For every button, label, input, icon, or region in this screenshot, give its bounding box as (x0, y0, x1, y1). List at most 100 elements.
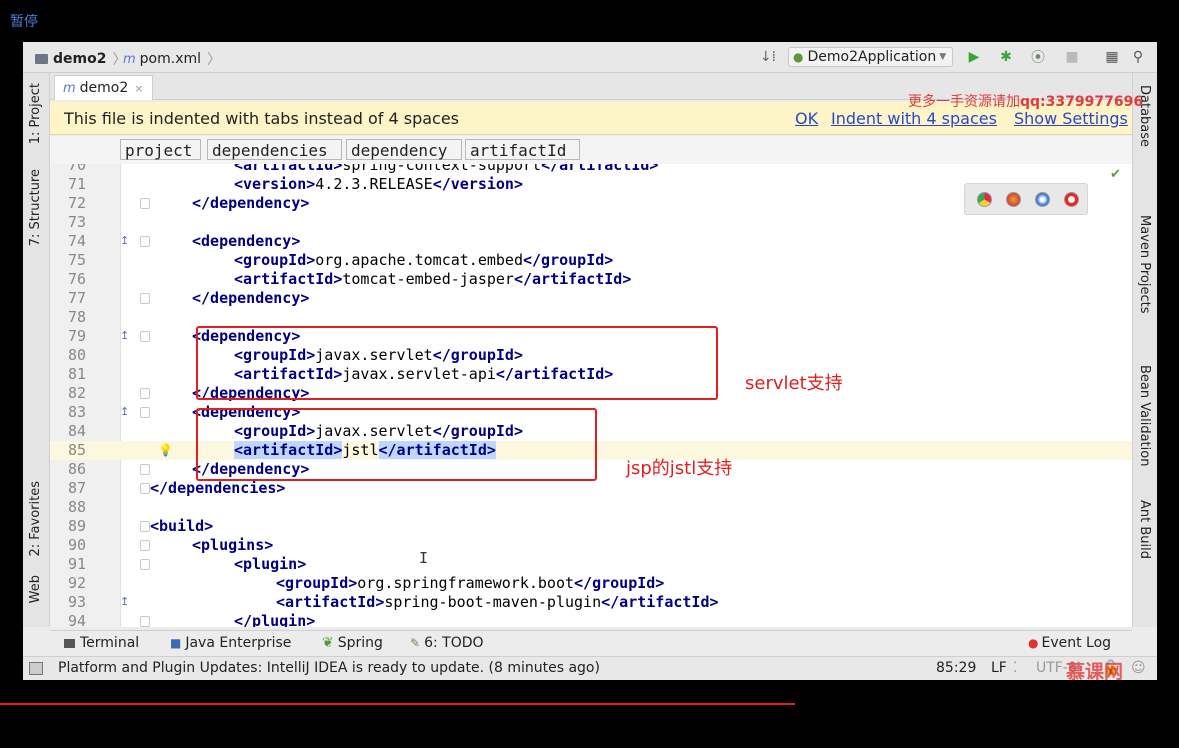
toggle-tool-windows-icon[interactable] (29, 662, 43, 675)
code-line[interactable]: 75 <groupId>org.apache.tomcat.embed</grou… (50, 251, 1132, 270)
pause-label[interactable]: 暂停 (10, 11, 38, 31)
xml-tag: <artifactId> (234, 270, 343, 288)
fold-marker-icon[interactable] (140, 483, 150, 494)
breadcrumb-project-label: demo2 (53, 51, 107, 67)
line-number: 77 (67, 289, 86, 307)
xml-tag: </artifactId> (513, 270, 632, 288)
code-line[interactable]: 90 <plugins> (50, 536, 1132, 555)
breadcrumb-project[interactable]: demo2 〉 (35, 49, 126, 69)
fold-marker-icon[interactable] (140, 464, 150, 475)
tool-tab-ant-build[interactable]: Ant Build (1137, 500, 1152, 559)
java-enterprise-label: Java Enterprise (185, 635, 292, 651)
java-enterprise-tool-button[interactable]: ■ Java Enterprise (170, 635, 291, 651)
fold-marker-icon[interactable] (140, 198, 150, 209)
code-text: </dependency> (192, 289, 309, 308)
notice-ok-link[interactable]: OK (795, 109, 818, 128)
spring-tool-button[interactable]: ❦ Spring (322, 635, 383, 651)
fold-marker-icon[interactable] (140, 293, 150, 304)
sort-icon[interactable]: ↓⁞ (759, 48, 777, 66)
opera-icon[interactable] (1064, 192, 1079, 207)
code-text: <build> (150, 517, 213, 536)
code-text: <groupId>org.springframework.boot</group… (276, 574, 664, 593)
breadcrumb-file[interactable]: m pom.xml 〉 (123, 49, 221, 69)
code-line[interactable]: 78 (50, 308, 1132, 327)
code-line[interactable]: 74 ↥ <dependency> (50, 232, 1132, 251)
firefox-icon[interactable] (1006, 192, 1021, 207)
fold-marker-icon[interactable] (140, 559, 150, 570)
search-icon[interactable]: ⚲ (1129, 48, 1147, 66)
debug-icon[interactable]: ✱ (997, 48, 1015, 66)
todo-tool-button[interactable]: ✎ 6: TODO (410, 635, 484, 651)
tool-tab-bean-validation[interactable]: Bean Validation (1137, 365, 1152, 466)
safari-icon[interactable] (1035, 192, 1050, 207)
code-line[interactable]: 94 </plugin> (50, 612, 1132, 627)
path-segment-dependencies[interactable]: dependencies (207, 139, 342, 160)
line-separator[interactable]: LF (991, 660, 1007, 676)
analysis-ok-icon[interactable]: ✔ (1110, 167, 1121, 182)
fold-marker-icon[interactable] (140, 236, 150, 247)
imooc-logo: 慕课网 (1066, 661, 1124, 680)
hector-icon[interactable]: ☺ (1131, 660, 1146, 676)
caret-position[interactable]: 85:29 (936, 660, 976, 676)
xml-value: spring-context-support (342, 164, 542, 174)
override-marker-icon[interactable]: ↥ (120, 329, 129, 342)
indent-with-spaces-link[interactable]: Indent with 4 spaces (831, 109, 997, 128)
coverage-icon[interactable]: ⦿ (1029, 48, 1047, 66)
show-settings-link[interactable]: Show Settings (1014, 109, 1128, 128)
status-message[interactable]: Platform and Plugin Updates: IntelliJ ID… (58, 660, 600, 676)
override-marker-icon[interactable]: ↥ (120, 595, 129, 608)
project-structure-icon[interactable]: ▦ (1103, 48, 1121, 66)
run-configuration-label: Demo2Application (807, 49, 937, 65)
path-segment-dependency[interactable]: dependency (346, 139, 462, 160)
code-line[interactable]: 88 (50, 498, 1132, 517)
tool-tab-maven-projects[interactable]: Maven Projects (1137, 215, 1152, 314)
tool-tab-project[interactable]: 1: Project (28, 83, 43, 144)
code-text: <groupId>org.apache.tomcat.embed</groupI… (234, 251, 613, 270)
tool-tab-favorites[interactable]: 2: Favorites (28, 481, 43, 557)
line-number: 92 (67, 574, 86, 592)
code-line[interactable]: 87 </dependencies> (50, 479, 1132, 498)
java-enterprise-icon: ■ (170, 636, 182, 650)
fold-marker-icon[interactable] (140, 540, 150, 551)
run-configuration-select[interactable]: ● Demo2Application ▼ (788, 47, 953, 67)
lightbulb-icon[interactable]: 💡 (158, 443, 173, 457)
terminal-label: Terminal (80, 635, 140, 651)
code-line[interactable]: 89 <build> (50, 517, 1132, 536)
code-line[interactable]: 73 (50, 213, 1132, 232)
path-segment-project[interactable]: project (120, 139, 201, 160)
stop-icon[interactable]: ■ (1063, 48, 1081, 66)
event-log-tool-button[interactable]: ● Event Log (1028, 635, 1111, 651)
fold-marker-icon[interactable] (140, 407, 150, 418)
run-icon[interactable]: ▶ (965, 48, 983, 66)
xml-tag: </dependency> (192, 289, 310, 307)
close-icon[interactable]: × (134, 82, 143, 95)
code-line[interactable]: 93 ↥ <artifactId>spring-boot-maven-plugin<… (50, 593, 1132, 612)
tool-tab-structure[interactable]: 7: Structure (28, 169, 43, 246)
path-segment-artifactid[interactable]: artifactId (465, 139, 580, 160)
fold-marker-icon[interactable] (140, 521, 150, 532)
line-number: 85 (67, 441, 86, 459)
code-line[interactable]: 91 <plugin> (50, 555, 1132, 574)
editor-tab-demo2[interactable]: m demo2 × (54, 75, 153, 100)
xml-tag: <artifactId> (234, 164, 343, 174)
breadcrumb-file-label: pom.xml (139, 51, 202, 67)
fold-marker-icon[interactable] (140, 388, 150, 399)
line-number: 80 (67, 346, 86, 364)
chrome-icon[interactable] (977, 192, 992, 207)
code-line[interactable]: 70 <artifactId>spring-context-support</ar… (50, 164, 1132, 175)
code-line[interactable]: 76 <artifactId>tomcat-embed-jasper</artif… (50, 270, 1132, 289)
fold-marker-icon[interactable] (140, 616, 150, 627)
video-progress-bar[interactable] (0, 703, 795, 705)
override-marker-icon[interactable]: ↥ (120, 234, 129, 247)
tool-tab-web[interactable]: Web (28, 575, 43, 603)
fold-marker-icon[interactable] (140, 331, 150, 342)
xml-tag: <plugins> (192, 536, 274, 554)
line-number: 81 (67, 365, 86, 383)
line-number: 83 (67, 403, 86, 421)
code-line[interactable]: 92 <groupId>org.springframework.boot</gro… (50, 574, 1132, 593)
maven-file-icon: m (123, 51, 136, 67)
terminal-tool-button[interactable]: Terminal (64, 635, 139, 651)
code-line[interactable]: 77 </dependency> (50, 289, 1132, 308)
override-marker-icon[interactable]: ↥ (120, 405, 129, 418)
todo-icon: ✎ (410, 636, 421, 650)
